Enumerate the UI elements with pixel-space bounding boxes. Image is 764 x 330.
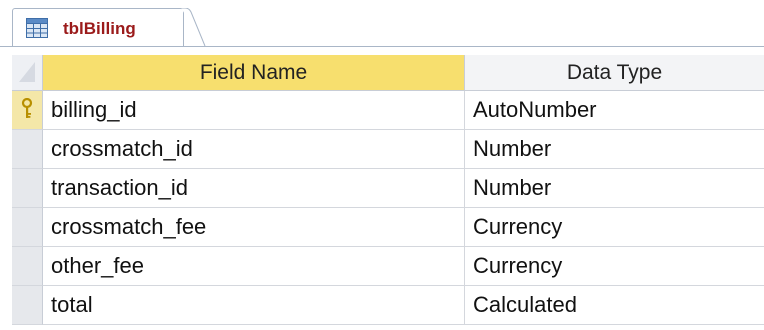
table-row[interactable]: transaction_id Number — [12, 169, 764, 208]
field-name-cell[interactable]: other_fee — [43, 247, 465, 286]
field-name-cell[interactable]: crossmatch_fee — [43, 208, 465, 247]
column-header-field-name[interactable]: Field Name — [43, 55, 465, 91]
data-type-cell[interactable]: Number — [465, 130, 764, 169]
row-selector[interactable] — [12, 130, 43, 169]
table-icon — [26, 18, 48, 38]
tab-label: tblBilling — [63, 19, 136, 38]
table-row[interactable]: crossmatch_fee Currency — [12, 208, 764, 247]
row-selector[interactable] — [12, 91, 43, 130]
data-type-cell[interactable]: Calculated — [465, 286, 764, 325]
grid-header-row: Field Name Data Type — [12, 55, 764, 91]
row-selector[interactable] — [12, 286, 43, 325]
select-all-corner[interactable] — [12, 55, 43, 91]
data-type-cell[interactable]: Currency — [465, 247, 764, 286]
primary-key-icon — [20, 97, 34, 125]
field-name-cell[interactable]: transaction_id — [43, 169, 465, 208]
field-name-cell[interactable]: billing_id — [43, 91, 465, 130]
row-selector[interactable] — [12, 208, 43, 247]
field-name-cell[interactable]: total — [43, 286, 465, 325]
data-type-cell[interactable]: Currency — [465, 208, 764, 247]
table-row[interactable]: total Calculated — [12, 286, 764, 325]
data-type-cell[interactable]: Number — [465, 169, 764, 208]
tab-tblbilling[interactable]: tblBilling — [12, 8, 184, 47]
table-row[interactable]: other_fee Currency — [12, 247, 764, 286]
data-type-cell[interactable]: AutoNumber — [465, 91, 764, 130]
row-selector[interactable] — [12, 247, 43, 286]
tab-baseline — [0, 46, 764, 47]
column-header-data-type[interactable]: Data Type — [465, 55, 764, 91]
table-row[interactable]: crossmatch_id Number — [12, 130, 764, 169]
document-tab-strip: tblBilling — [0, 0, 764, 52]
table-row[interactable]: billing_id AutoNumber — [12, 91, 764, 130]
field-name-cell[interactable]: crossmatch_id — [43, 130, 465, 169]
row-selector[interactable] — [12, 169, 43, 208]
tab-edge — [181, 8, 206, 47]
